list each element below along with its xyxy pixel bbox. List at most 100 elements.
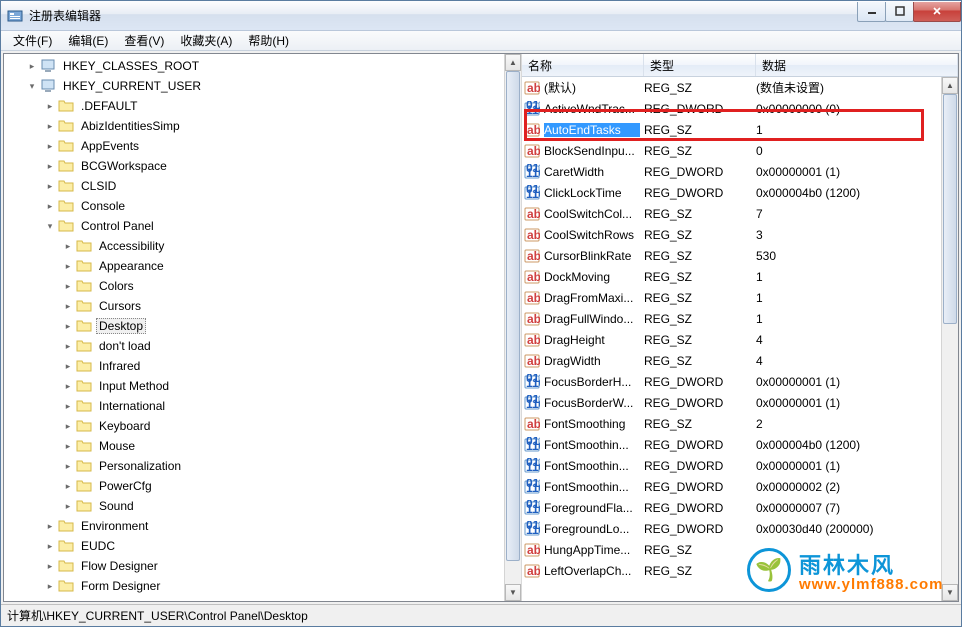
expand-toggle-icon[interactable]: ▸ [60, 498, 76, 514]
expand-toggle-icon[interactable]: ▸ [60, 358, 76, 374]
registry-value-row[interactable]: abLeftOverlapCh...REG_SZ [522, 560, 958, 581]
registry-value-row[interactable]: abAutoEndTasksREG_SZ1 [522, 119, 958, 140]
tree-item[interactable]: ▸BCGWorkspace [6, 156, 521, 176]
tree-item[interactable]: ▸Personalization [6, 456, 521, 476]
registry-value-row[interactable]: abDragHeightREG_SZ4 [522, 329, 958, 350]
tree-item[interactable]: ▸Colors [6, 276, 521, 296]
maximize-button[interactable] [885, 2, 914, 22]
tree-item[interactable]: ▸Form Designer [6, 576, 521, 596]
tree-item[interactable]: ▾HKEY_CURRENT_USER [6, 76, 521, 96]
registry-value-row[interactable]: abDockMovingREG_SZ1 [522, 266, 958, 287]
expand-toggle-icon[interactable]: ▸ [60, 298, 76, 314]
tree-item[interactable]: ▸Accessibility [6, 236, 521, 256]
menu-file[interactable]: 文件(F) [5, 30, 60, 51]
list-body[interactable]: ab(默认)REG_SZ(数值未设置)011110ActiveWndTrac..… [522, 77, 958, 601]
registry-value-row[interactable]: 011110FontSmoothin...REG_DWORD0x000004b0… [522, 434, 958, 455]
expand-toggle-icon[interactable]: ▸ [42, 178, 58, 194]
tree-pane[interactable]: ▸HKEY_CLASSES_ROOT▾HKEY_CURRENT_USER▸.DE… [4, 54, 522, 601]
expand-toggle-icon[interactable]: ▸ [42, 198, 58, 214]
titlebar[interactable]: 注册表编辑器 [1, 1, 961, 31]
menu-favorites[interactable]: 收藏夹(A) [172, 30, 240, 51]
expand-toggle-icon[interactable]: ▸ [60, 338, 76, 354]
registry-value-row[interactable]: 011110FocusBorderH...REG_DWORD0x00000001… [522, 371, 958, 392]
expand-toggle-icon[interactable]: ▸ [42, 518, 58, 534]
tree-item[interactable]: ▸Desktop [6, 316, 521, 336]
expand-toggle-icon[interactable]: ▸ [42, 578, 58, 594]
tree-item[interactable]: ▸Sound [6, 496, 521, 516]
expand-toggle-icon[interactable]: ▸ [24, 58, 40, 74]
registry-value-row[interactable]: 011110ForegroundFla...REG_DWORD0x0000000… [522, 497, 958, 518]
tree-item[interactable]: ▸Mouse [6, 436, 521, 456]
tree-item[interactable]: ▸Environment [6, 516, 521, 536]
tree-item[interactable]: ▸International [6, 396, 521, 416]
tree-item[interactable]: ▸Cursors [6, 296, 521, 316]
expand-toggle-icon[interactable]: ▸ [60, 318, 76, 334]
registry-value-row[interactable]: 011110FontSmoothin...REG_DWORD0x00000002… [522, 476, 958, 497]
registry-value-row[interactable]: abDragFullWindo...REG_SZ1 [522, 308, 958, 329]
registry-value-row[interactable]: 011110ActiveWndTrac...REG_DWORD0x0000000… [522, 98, 958, 119]
registry-value-row[interactable]: abDragFromMaxi...REG_SZ1 [522, 287, 958, 308]
tree-item[interactable]: ▸Input Method [6, 376, 521, 396]
col-name[interactable]: 名称 [522, 54, 644, 76]
tree-item[interactable]: ▸PowerCfg [6, 476, 521, 496]
expand-toggle-icon[interactable]: ▸ [42, 98, 58, 114]
registry-value-row[interactable]: abCursorBlinkRateREG_SZ530 [522, 245, 958, 266]
registry-value-row[interactable]: abFontSmoothingREG_SZ2 [522, 413, 958, 434]
expand-toggle-icon[interactable]: ▸ [60, 258, 76, 274]
registry-value-row[interactable]: abCoolSwitchRowsREG_SZ3 [522, 224, 958, 245]
tree-item[interactable]: ▾Control Panel [6, 216, 521, 236]
tree-item[interactable]: ▸Appearance [6, 256, 521, 276]
menu-edit[interactable]: 编辑(E) [60, 30, 116, 51]
expand-toggle-icon[interactable]: ▾ [42, 218, 58, 234]
tree-item[interactable]: ▸AppEvents [6, 136, 521, 156]
expand-toggle-icon[interactable]: ▸ [42, 558, 58, 574]
registry-value-row[interactable]: ab(默认)REG_SZ(数值未设置) [522, 77, 958, 98]
expand-toggle-icon[interactable]: ▸ [42, 158, 58, 174]
content-area: ▸HKEY_CLASSES_ROOT▾HKEY_CURRENT_USER▸.DE… [3, 53, 959, 602]
tree-item[interactable]: ▸EUDC [6, 536, 521, 556]
registry-value-row[interactable]: abDragWidthREG_SZ4 [522, 350, 958, 371]
folder-icon [76, 438, 92, 454]
expand-toggle-icon[interactable]: ▸ [42, 138, 58, 154]
registry-value-row[interactable]: 011110CaretWidthREG_DWORD0x00000001 (1) [522, 161, 958, 182]
folder-icon [58, 198, 74, 214]
expand-toggle-icon[interactable]: ▸ [60, 438, 76, 454]
value-data: 0x00000001 (1) [752, 375, 958, 389]
registry-value-row[interactable]: 011110ClickLockTimeREG_DWORD0x000004b0 (… [522, 182, 958, 203]
registry-value-row[interactable]: abCoolSwitchCol...REG_SZ7 [522, 203, 958, 224]
registry-value-row[interactable]: 011110FontSmoothin...REG_DWORD0x00000001… [522, 455, 958, 476]
expand-toggle-icon[interactable]: ▾ [24, 78, 40, 94]
tree-scrollbar[interactable]: ▲ ▼ [504, 54, 521, 601]
tree-item[interactable]: ▸Console [6, 196, 521, 216]
menu-help[interactable]: 帮助(H) [240, 30, 297, 51]
expand-toggle-icon[interactable]: ▸ [60, 378, 76, 394]
tree-item[interactable]: ▸AbizIdentitiesSimp [6, 116, 521, 136]
menu-view[interactable]: 查看(V) [116, 30, 172, 51]
close-button[interactable] [913, 2, 961, 22]
registry-value-row[interactable]: abBlockSendInpu...REG_SZ0 [522, 140, 958, 161]
tree-item[interactable]: ▸Keyboard [6, 416, 521, 436]
tree-item[interactable]: ▸CLSID [6, 176, 521, 196]
list-scrollbar[interactable]: ▲ ▼ [941, 77, 958, 601]
tree-item[interactable]: ▸.DEFAULT [6, 96, 521, 116]
minimize-button[interactable] [857, 2, 886, 22]
tree-item[interactable]: ▸HKEY_CLASSES_ROOT [6, 56, 521, 76]
expand-toggle-icon[interactable]: ▸ [60, 238, 76, 254]
expand-toggle-icon[interactable]: ▸ [60, 478, 76, 494]
value-name: CoolSwitchCol... [544, 207, 640, 221]
expand-toggle-icon[interactable]: ▸ [42, 118, 58, 134]
registry-value-row[interactable]: abHungAppTime...REG_SZ [522, 539, 958, 560]
expand-toggle-icon[interactable]: ▸ [60, 278, 76, 294]
col-data[interactable]: 数据 [756, 54, 958, 76]
registry-value-row[interactable]: 011110FocusBorderW...REG_DWORD0x00000001… [522, 392, 958, 413]
expand-toggle-icon[interactable]: ▸ [42, 538, 58, 554]
tree-item[interactable]: ▸don't load [6, 336, 521, 356]
expand-toggle-icon[interactable]: ▸ [60, 398, 76, 414]
tree-item[interactable]: ▸Infrared [6, 356, 521, 376]
value-type: REG_SZ [640, 291, 752, 305]
registry-value-row[interactable]: 011110ForegroundLo...REG_DWORD0x00030d40… [522, 518, 958, 539]
tree-item[interactable]: ▸Flow Designer [6, 556, 521, 576]
expand-toggle-icon[interactable]: ▸ [60, 458, 76, 474]
expand-toggle-icon[interactable]: ▸ [60, 418, 76, 434]
col-type[interactable]: 类型 [644, 54, 756, 76]
